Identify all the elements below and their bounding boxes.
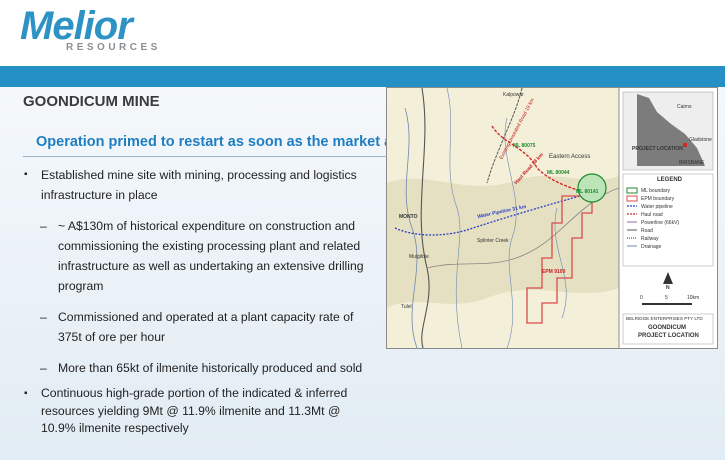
sub-bullet-item: – More than 65kt of ilmenite historicall… [23, 358, 368, 378]
legend-title: LEGEND [657, 177, 683, 183]
bullet-text: Established mine site with mining, proce… [41, 168, 357, 202]
place-splinter-creek: Splinter Creek [477, 238, 509, 244]
legend-item: ML boundary [641, 188, 670, 194]
inset-cairns: Cairns [677, 104, 692, 110]
sub-bullet-item: – Commissioned and operated at a plant c… [23, 307, 368, 347]
page-title: GOONDICUM MINE [23, 93, 160, 110]
bullet-list: Established mine site with mining, proce… [23, 165, 368, 438]
inset-gladstone: Gladstone [689, 137, 712, 143]
legend-item: Road [641, 228, 653, 234]
bullet-text: Continuous high-grade portion of the ind… [41, 386, 348, 435]
melior-logo: Melior RESOURCES [20, 4, 157, 53]
header: Melior RESOURCES [0, 0, 725, 66]
bullet-item: Continuous high-grade portion of the ind… [23, 385, 368, 438]
sub-bullet-item: – ~ A$130m of historical expenditure on … [23, 216, 368, 296]
company-name: BELRIDGE ENTERPRISES PTY LTD [626, 316, 703, 321]
logo-wordmark: Melior [20, 4, 133, 48]
place-mulgildie: Mulgildie [409, 254, 429, 260]
bullet-item: Established mine site with mining, proce… [23, 165, 368, 205]
legend-item: Railway [641, 236, 659, 242]
place-kalpowar: Kalpowar [503, 92, 524, 98]
label-epm-9100: EPM 9100 [542, 269, 566, 275]
slide-subtitle: Operation primed to restart as soon as t… [36, 134, 429, 150]
dash-marker: – [40, 219, 47, 233]
inset-project-location: PROJECT LOCATION [632, 146, 683, 152]
scale-label: 10km [687, 295, 700, 301]
label-ml-80141: ML 80141 [576, 189, 599, 195]
project-marker [683, 143, 687, 147]
label-ml-80044: ML 80044 [547, 170, 570, 176]
caption-title: GOONDICUM [648, 325, 686, 331]
header-band [0, 66, 725, 87]
label-ml-80075: ML 80075 [513, 143, 536, 149]
scale-label: 0 [640, 295, 643, 301]
logo-subtitle: RESOURCES [66, 42, 161, 53]
place-tulel: Tulel [401, 304, 412, 310]
ml-boundary [577, 173, 607, 203]
inset-brisbane: BRISBANE [679, 160, 705, 166]
bullet-text: ~ A$130m of historical expenditure on co… [58, 219, 364, 293]
dash-marker: – [40, 310, 47, 324]
map-graphic [387, 88, 717, 348]
bullet-text: Commissioned and operated at a plant cap… [58, 310, 354, 344]
project-location-map: Kalpowar MONTO Mulgildie Splinter Creek … [386, 87, 718, 349]
place-eastern-access: Eastern Access [549, 154, 591, 160]
scale-label: 5 [665, 295, 668, 301]
legend-item: EPM boundary [641, 196, 675, 202]
north-label: N [666, 285, 670, 291]
legend-item: Haul road [641, 212, 663, 218]
dash-marker: – [40, 361, 47, 375]
legend-item: Drainage [641, 244, 662, 250]
place-monto: MONTO [399, 214, 418, 220]
legend-item: Powerline (66kV) [641, 220, 680, 226]
legend-item: Water pipeline [641, 204, 673, 210]
bullet-text: More than 65kt of ilmenite historically … [58, 361, 363, 375]
caption-subtitle: PROJECT LOCATION [638, 333, 699, 339]
